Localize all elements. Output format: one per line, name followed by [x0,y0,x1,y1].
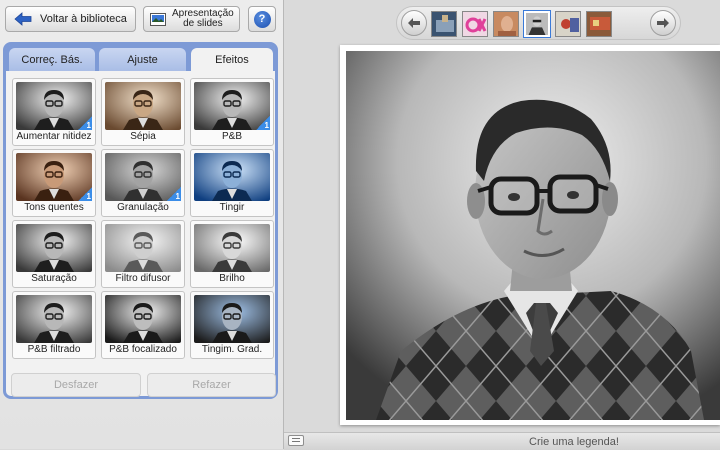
effect-label: Filtro difusor [115,273,171,284]
photo-stage: Crie uma legenda! [284,0,720,450]
filmstrip-thumb-6[interactable] [586,11,612,37]
effect-thumbnail [105,82,181,130]
effect-thumbnail [105,295,181,343]
tab-basic-fixes[interactable]: Correç. Bás. [9,48,95,71]
effect-tile[interactable]: Filtro difusor [101,220,185,288]
effect-thumbnail [16,224,92,272]
effect-label: P&B focalizado [109,344,177,355]
applied-count-badge: 1 [78,116,92,130]
edit-sidebar: Voltar à biblioteca Apresentação de slid… [0,0,284,449]
effect-thumbnail [194,153,270,201]
applied-count-badge: 1 [256,116,270,130]
slideshow-label-line2: de slides [183,18,223,29]
arrow-left-icon [408,18,420,28]
effect-label: Aumentar nitidez [16,131,92,142]
next-photo-button[interactable] [650,10,676,36]
caption-input[interactable]: Crie uma legenda! [424,436,720,448]
effect-tile[interactable]: Saturação [12,220,96,288]
effects-panel: Correç. Bás. Ajuste Efeitos 1 Aumentar ni… [3,42,278,399]
filmstrip-thumb-5[interactable] [555,11,581,37]
redo-button[interactable]: Refazer [147,373,276,397]
effect-thumbnail [105,224,181,272]
slideshow-label: Apresentação de slides [172,9,234,29]
applied-count-badge: 1 [78,187,92,201]
help-icon: ? [253,10,271,28]
photo-frame [340,45,720,425]
effect-tile[interactable]: P&B focalizado [101,291,185,359]
caption-bar: Crie uma legenda! [284,432,720,450]
edit-tabs: Correç. Bás. Ajuste Efeitos [6,45,275,71]
effect-label: Saturação [31,273,77,284]
effect-label: Tons quentes [24,202,84,213]
effect-label: Tingir [219,202,245,213]
tab-tuning[interactable]: Ajuste [99,48,186,71]
slideshow-icon [150,12,166,26]
caption-icon[interactable] [288,435,304,446]
back-to-library-button[interactable]: Voltar à biblioteca [5,6,136,32]
effect-tile[interactable]: 1 Tons quentes [12,149,96,217]
effect-thumbnail [194,224,270,272]
filmstrip-thumb-4-selected[interactable] [524,11,550,37]
filmstrip [396,6,681,40]
effect-thumbnail [16,295,92,343]
effect-tile[interactable]: Sépia [101,78,185,146]
filmstrip-thumb-2[interactable] [462,11,488,37]
applied-count-badge: 1 [167,187,181,201]
effect-label: Brilho [219,273,245,284]
effect-tile[interactable]: Brilho [190,220,274,288]
back-to-library-label: Voltar à biblioteca [40,13,127,25]
tab-effects[interactable]: Efeitos [191,48,273,71]
effect-label: P&B [221,131,242,142]
effect-label: P&B filtrado [27,344,81,355]
effect-tile[interactable]: Tingir [190,149,274,217]
back-arrow-icon [14,12,32,26]
undo-button[interactable]: Desfazer [11,373,141,397]
effect-tile[interactable]: 1 Aumentar nitidez [12,78,96,146]
effect-label: Granulação [117,202,169,213]
effect-tile[interactable]: 1 Granulação [101,149,185,217]
arrow-right-icon [657,18,669,28]
effect-tile[interactable]: Tingim. Grad. [190,291,274,359]
effects-grid: 1 Aumentar nitidez Sépia 1 P&B 1 Tons qu… [12,78,276,359]
filmstrip-thumb-1[interactable] [431,11,457,37]
help-button[interactable]: ? [248,6,276,32]
main-photo[interactable] [346,51,720,420]
effect-label: Sépia [130,131,156,142]
effect-label: Tingim. Grad. [201,344,263,355]
effect-thumbnail [194,295,270,343]
previous-photo-button[interactable] [401,10,427,36]
effect-tile[interactable]: 1 P&B [190,78,274,146]
effect-tile[interactable]: P&B filtrado [12,291,96,359]
slideshow-button[interactable]: Apresentação de slides [143,6,240,32]
filmstrip-thumb-3[interactable] [493,11,519,37]
